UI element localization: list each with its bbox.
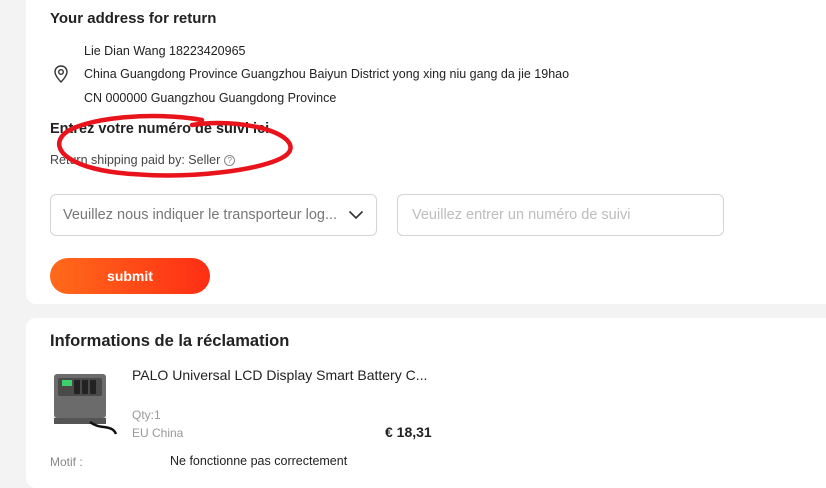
product-image	[54, 374, 118, 435]
product-quantity: Qty:1	[132, 408, 161, 422]
carrier-select[interactable]: Veuillez nous indiquer le transporteur l…	[50, 194, 377, 236]
address-line-name-phone: Lie Dian Wang 18223420965	[84, 44, 246, 58]
product-name[interactable]: PALO Universal LCD Display Smart Battery…	[132, 367, 427, 383]
address-line-city: CN 000000 Guangzhou Guangdong Province	[84, 91, 337, 105]
submit-button[interactable]: submit	[50, 258, 210, 294]
return-shipping-note: Return shipping paid by: Seller ?	[50, 153, 236, 167]
location-pin-icon	[54, 65, 68, 83]
motif-value: Ne fonctionne pas correctement	[170, 454, 348, 468]
claim-info-title: Informations de la réclamation	[50, 332, 290, 350]
chevron-down-icon	[348, 210, 364, 220]
product-origin: EU China	[132, 426, 184, 440]
tracking-section-title: Entrez votre numéro de suivi ici	[50, 121, 270, 137]
question-circle-icon[interactable]: ?	[224, 154, 236, 166]
carrier-select-value: Veuillez nous indiquer le transporteur l…	[63, 207, 338, 223]
return-address-card: Your address for return Lie Dian Wang 18…	[26, 0, 826, 304]
return-shipping-note-text: Return shipping paid by: Seller	[50, 153, 221, 167]
address-line-street: China Guangdong Province Guangzhou Baiyu…	[84, 67, 570, 81]
return-address-title: Your address for return	[50, 10, 217, 27]
claim-info-card: Informations de la réclamation PALO Univ…	[26, 318, 826, 488]
product-price: € 18,31	[385, 424, 432, 440]
tracking-number-field[interactable]	[397, 194, 724, 236]
motif-label: Motif :	[50, 455, 83, 469]
tracking-number-input[interactable]	[410, 206, 711, 224]
